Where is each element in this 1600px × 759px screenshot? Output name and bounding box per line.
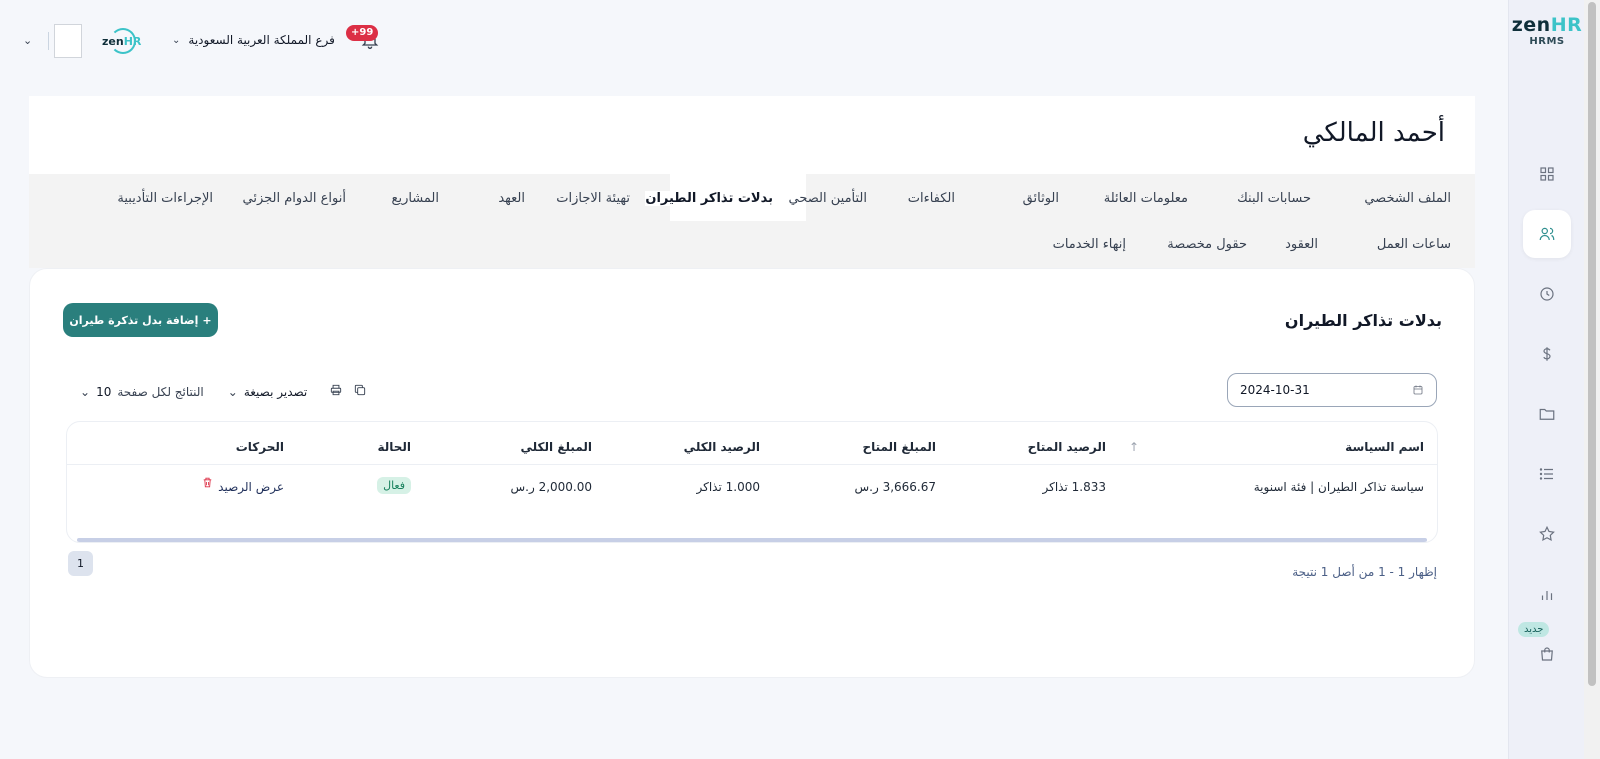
copy-button[interactable] bbox=[353, 382, 367, 401]
column-header-available-balance[interactable]: الرصيد المتاح bbox=[1028, 440, 1106, 454]
page-button-1[interactable]: 1 bbox=[68, 551, 93, 576]
branch-name: فرع المملكة العربية السعودية bbox=[188, 33, 335, 47]
tab-competencies[interactable]: الكفاءات bbox=[908, 191, 955, 206]
cell-available-amount: 3,666.67 ر.س bbox=[854, 480, 936, 494]
sort-arrow-up-icon[interactable]: ↑ bbox=[1129, 440, 1139, 454]
employee-header: أحمد المالكي bbox=[29, 96, 1475, 174]
logo-main: zen bbox=[1511, 14, 1551, 36]
content-card: بدلات تذاكر الطيران + إضافة بدل تذكرة طي… bbox=[29, 268, 1475, 678]
sidebar-item-reports[interactable] bbox=[1523, 570, 1571, 618]
sidebar-item-employees[interactable] bbox=[1523, 210, 1571, 258]
per-page-label: النتائج لكل صفحة bbox=[117, 384, 204, 399]
tab-bank-accounts[interactable]: حسابات البنك bbox=[1237, 191, 1311, 206]
export-selector[interactable]: تصدير بصيغة ⌄ bbox=[228, 385, 307, 399]
cell-total-balance: 1.000 تذاكر bbox=[696, 480, 760, 494]
tab-custody[interactable]: العهد bbox=[498, 191, 525, 206]
sidebar: zenHR HRMS جديد bbox=[1508, 0, 1584, 759]
tab-custom-fields[interactable]: حقول مخصصة bbox=[1167, 237, 1247, 252]
list-icon bbox=[1539, 468, 1553, 480]
app-logo[interactable]: zenHR HRMS bbox=[1509, 14, 1585, 47]
sidebar-item-attendance[interactable] bbox=[1523, 270, 1571, 318]
tab-work-hours[interactable]: ساعات العمل bbox=[1377, 237, 1451, 252]
tab-disciplinary[interactable]: الإجراءات التأديبية bbox=[117, 191, 213, 206]
notification-count-badge: +99 bbox=[346, 25, 379, 41]
chart-icon bbox=[1541, 591, 1553, 600]
date-filter-input[interactable]: 2024-10-31 bbox=[1227, 373, 1437, 407]
table-horizontal-scrollbar[interactable] bbox=[77, 538, 1427, 542]
sidebar-item-requests[interactable] bbox=[1523, 450, 1571, 498]
tab-flight-tickets[interactable]: بدلات تذاكر الطيران bbox=[645, 191, 773, 206]
chevron-down-icon: ⌄ bbox=[80, 384, 91, 399]
per-page-selector[interactable]: النتائج لكل صفحة 10 ⌄ bbox=[80, 385, 204, 399]
date-filter-value: 2024-10-31 bbox=[1240, 383, 1310, 397]
star-icon bbox=[1539, 525, 1555, 542]
column-header-status[interactable]: الحالة bbox=[377, 440, 411, 454]
employee-name: أحمد المالكي bbox=[1302, 118, 1445, 148]
table-controls: النتائج لكل صفحة 10 ⌄ تصدير بصيغة ⌄ bbox=[80, 382, 367, 401]
add-flight-ticket-button[interactable]: + إضافة بدل تذكرة طيران bbox=[63, 303, 218, 337]
company-logo-accent: HR bbox=[123, 35, 142, 48]
topbar: +99 فرع المملكة العربية السعودية ⌄ zenHR… bbox=[0, 0, 1504, 84]
scrollbar-thumb[interactable] bbox=[1588, 2, 1596, 686]
company-logo-main: zen bbox=[102, 35, 124, 48]
tab-leave-setup[interactable]: تهيئة الاجازات bbox=[556, 191, 630, 206]
section-title: بدلات تذاكر الطيران bbox=[1284, 311, 1442, 330]
user-avatar[interactable] bbox=[54, 24, 82, 58]
clock-icon bbox=[1540, 287, 1554, 301]
branch-selector[interactable]: فرع المملكة العربية السعودية ⌄ bbox=[172, 33, 335, 47]
status-badge: فعال bbox=[377, 477, 411, 494]
chevron-down-icon: ⌄ bbox=[172, 34, 181, 46]
add-button-label: إضافة بدل تذكرة طيران bbox=[69, 313, 199, 327]
sidebar-item-store[interactable] bbox=[1523, 630, 1571, 678]
per-page-value: 10 bbox=[96, 384, 112, 399]
folder-icon bbox=[1539, 408, 1555, 420]
tab-documents[interactable]: الوثائق bbox=[1023, 191, 1059, 206]
trash-icon bbox=[203, 477, 212, 488]
calendar-icon bbox=[1413, 385, 1423, 395]
profile-tabs: الملف الشخصي حسابات البنك معلومات العائل… bbox=[29, 174, 1475, 268]
cell-total-amount: 2,000.00 ر.س bbox=[510, 480, 592, 494]
status-badge-text: فعال bbox=[377, 477, 411, 494]
page-scrollbar[interactable] bbox=[1584, 0, 1600, 759]
delete-button[interactable] bbox=[201, 476, 214, 492]
pagination-info: إظهار 1 - 1 من أصل 1 نتيجة bbox=[1292, 565, 1437, 579]
user-menu-chevron-icon[interactable]: ⌄ bbox=[23, 34, 32, 47]
sidebar-item-dashboard[interactable] bbox=[1523, 150, 1571, 198]
dashboard-icon bbox=[1540, 167, 1554, 181]
print-icon bbox=[331, 384, 342, 396]
header-divider bbox=[67, 464, 1437, 465]
tab-termination[interactable]: إنهاء الخدمات bbox=[1053, 237, 1126, 252]
sidebar-item-performance[interactable] bbox=[1523, 510, 1571, 558]
tab-profile[interactable]: الملف الشخصي bbox=[1364, 191, 1451, 206]
sidebar-item-payroll[interactable] bbox=[1523, 330, 1571, 378]
column-header-actions[interactable]: الحركات bbox=[236, 440, 284, 454]
column-header-total-amount[interactable]: المبلغ الكلي bbox=[521, 440, 592, 454]
copy-icon bbox=[355, 384, 366, 396]
logo-sub: HRMS bbox=[1529, 36, 1565, 47]
sidebar-item-documents[interactable] bbox=[1523, 390, 1571, 438]
export-label: تصدير بصيغة bbox=[243, 384, 308, 399]
tab-part-time-types[interactable]: أنواع الدوام الجزئي bbox=[242, 191, 346, 206]
chevron-down-icon: ⌄ bbox=[227, 384, 238, 399]
dollar-icon bbox=[1543, 347, 1551, 361]
flight-tickets-table: اسم السياسة ↑ الرصيد المتاح المبلغ المتا… bbox=[66, 421, 1438, 543]
plus-icon: + bbox=[202, 313, 212, 327]
column-header-policy[interactable]: اسم السياسة bbox=[1345, 440, 1424, 454]
tab-projects[interactable]: المشاريع bbox=[392, 191, 439, 206]
tab-health-insurance[interactable]: التأمين الصحي bbox=[789, 191, 867, 206]
bag-icon bbox=[1541, 647, 1553, 661]
column-header-total-balance[interactable]: الرصيد الكلي bbox=[684, 440, 760, 454]
view-balance-link[interactable]: عرض الرصيد bbox=[218, 480, 284, 494]
users-icon bbox=[1539, 227, 1555, 241]
print-button[interactable] bbox=[329, 382, 343, 401]
logo-accent: HR bbox=[1550, 14, 1583, 36]
cell-available-balance: 1.833 تذاكر bbox=[1042, 480, 1106, 494]
column-header-available-amount[interactable]: المبلغ المتاح bbox=[862, 440, 936, 454]
cell-policy: سياسة تذاكر الطيران | فئة اسنوية bbox=[1253, 480, 1424, 494]
divider bbox=[48, 32, 49, 50]
tab-contracts[interactable]: العقود bbox=[1285, 237, 1318, 252]
company-logo: zenHR bbox=[102, 28, 142, 56]
tab-family-info[interactable]: معلومات العائلة bbox=[1104, 191, 1188, 206]
